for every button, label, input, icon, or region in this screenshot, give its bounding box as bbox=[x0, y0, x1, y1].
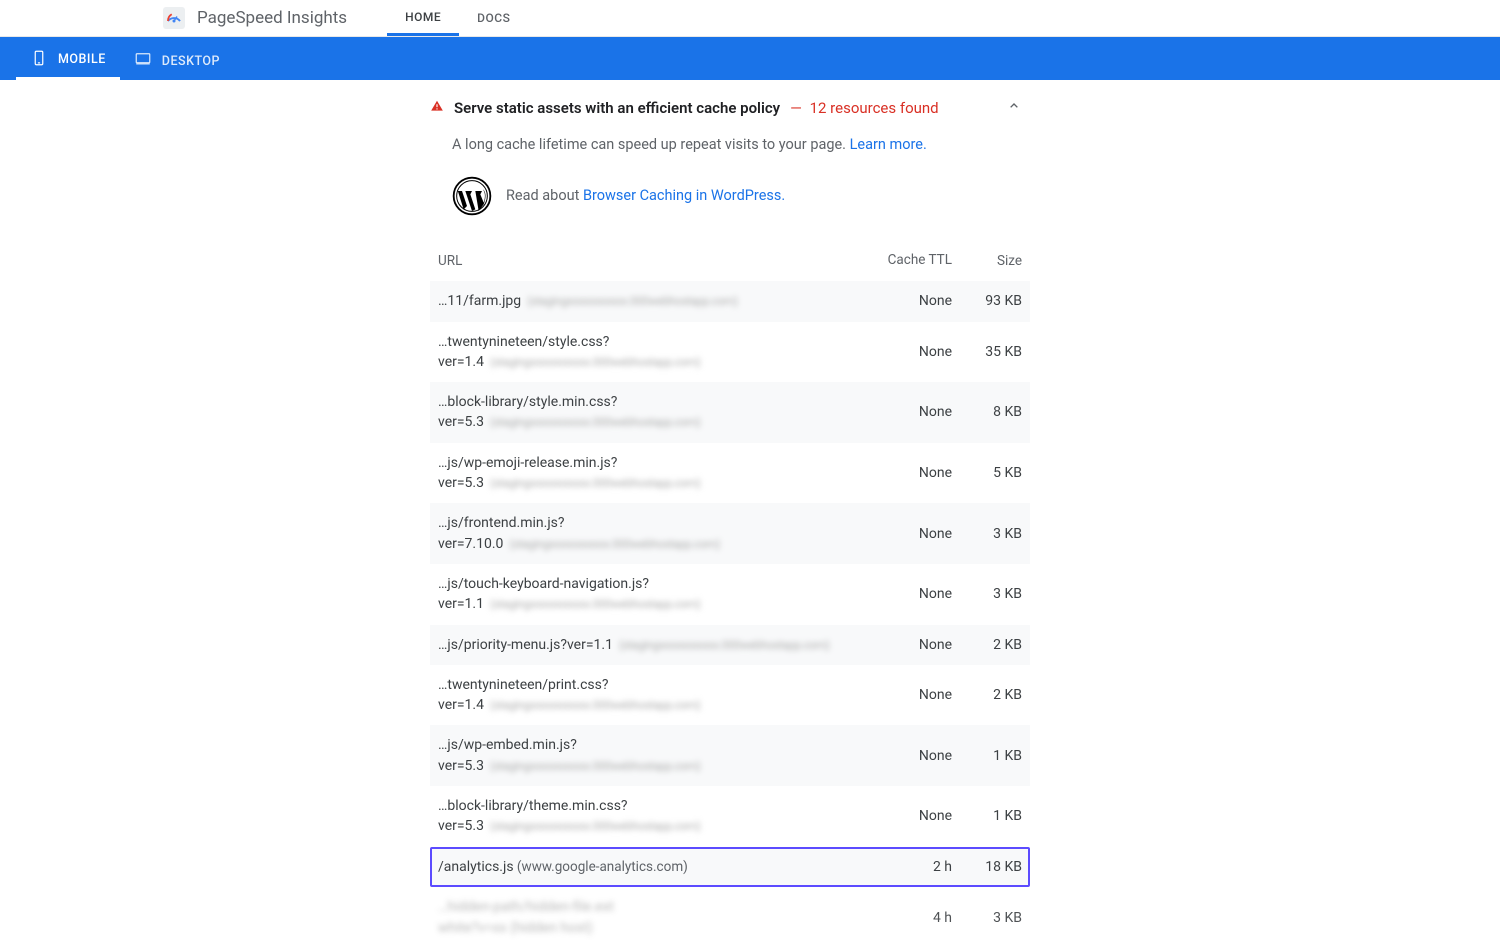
audit-title: Serve static assets with an efficient ca… bbox=[454, 99, 780, 117]
ttl-cell: None bbox=[882, 637, 952, 653]
wordpress-hint: Read about Browser Caching in WordPress. bbox=[452, 176, 1030, 216]
url-cell: …block-library/theme.min.css?ver=5.3(sta… bbox=[438, 796, 882, 837]
audit-count-prefix: — bbox=[790, 99, 802, 117]
table-row: …hidden-path/hidden-file.extwhite?v=xx (… bbox=[430, 887, 1030, 948]
table-row: …js/wp-emoji-release.min.js?ver=5.3(stag… bbox=[430, 443, 1030, 504]
wordpress-icon bbox=[452, 176, 492, 216]
ttl-cell: 4 h bbox=[882, 910, 952, 926]
url-cell: …hidden-path/hidden-file.extwhite?v=xx (… bbox=[438, 897, 882, 938]
tab-docs[interactable]: DOCS bbox=[459, 0, 528, 36]
audit-description-text: A long cache lifetime can speed up repea… bbox=[452, 136, 846, 153]
url-cell: …js/touch-keyboard-navigation.js?ver=1.1… bbox=[438, 574, 882, 615]
device-tab-desktop-label: DESKTOP bbox=[162, 54, 220, 69]
alert-triangle-icon bbox=[430, 99, 444, 117]
top-nav-tabs: HOME DOCS bbox=[387, 0, 528, 36]
ttl-cell: None bbox=[882, 687, 952, 703]
audit-panel: Serve static assets with an efficient ca… bbox=[430, 98, 1030, 948]
ttl-cell: None bbox=[882, 293, 952, 309]
tab-home[interactable]: HOME bbox=[387, 0, 459, 36]
col-size: Size bbox=[952, 253, 1022, 269]
ttl-cell: None bbox=[882, 344, 952, 360]
app-title: PageSpeed Insights bbox=[197, 8, 347, 28]
ttl-cell: None bbox=[882, 586, 952, 602]
desktop-icon bbox=[134, 50, 152, 72]
url-cell: …js/wp-embed.min.js?ver=5.3(stagingxxxxx… bbox=[438, 735, 882, 776]
ttl-cell: 2 h bbox=[882, 859, 952, 875]
device-tab-desktop[interactable]: DESKTOP bbox=[120, 42, 234, 80]
device-tab-bar: MOBILE DESKTOP bbox=[0, 37, 1500, 80]
url-cell: …block-library/style.min.css?ver=5.3(sta… bbox=[438, 392, 882, 433]
table-row: …js/touch-keyboard-navigation.js?ver=1.1… bbox=[430, 564, 1030, 625]
ttl-cell: None bbox=[882, 526, 952, 542]
url-cell: …js/priority-menu.js?ver=1.1(stagingxxxx… bbox=[438, 635, 882, 655]
url-cell: …twentynineteen/style.css?ver=1.4(stagin… bbox=[438, 332, 882, 373]
size-cell: 18 KB bbox=[952, 859, 1022, 875]
size-cell: 93 KB bbox=[952, 293, 1022, 309]
table-row: …js/priority-menu.js?ver=1.1(stagingxxxx… bbox=[430, 625, 1030, 665]
ttl-cell: None bbox=[882, 748, 952, 764]
audit-count: — 12 resources found bbox=[790, 99, 939, 117]
size-cell: 2 KB bbox=[952, 687, 1022, 703]
logo-wrap: PageSpeed Insights bbox=[163, 7, 347, 29]
url-cell: …js/frontend.min.js?ver=7.10.0(stagingxx… bbox=[438, 513, 882, 554]
table-row: …block-library/style.min.css?ver=5.3(sta… bbox=[430, 382, 1030, 443]
ttl-cell: None bbox=[882, 404, 952, 420]
url-cell: …11/farm.jpg(stagingxxxxxxxxxxx.000webho… bbox=[438, 291, 882, 311]
table-row: …twentynineteen/print.css?ver=1.4(stagin… bbox=[430, 665, 1030, 726]
table-row: …js/wp-embed.min.js?ver=5.3(stagingxxxxx… bbox=[430, 725, 1030, 786]
wordpress-hint-text: Read about Browser Caching in WordPress. bbox=[506, 187, 785, 204]
audit-count-text: 12 resources found bbox=[810, 99, 939, 117]
mobile-icon bbox=[30, 49, 48, 71]
device-tab-mobile[interactable]: MOBILE bbox=[16, 42, 120, 80]
size-cell: 1 KB bbox=[952, 748, 1022, 764]
url-cell: …twentynineteen/print.css?ver=1.4(stagin… bbox=[438, 675, 882, 716]
table-row: …js/frontend.min.js?ver=7.10.0(stagingxx… bbox=[430, 503, 1030, 564]
table-header: URL Cache TTL Size bbox=[430, 244, 1030, 282]
audit-header[interactable]: Serve static assets with an efficient ca… bbox=[430, 98, 1030, 118]
table-row: /analytics.js (www.google-analytics.com)… bbox=[430, 847, 1030, 888]
audit-description: A long cache lifetime can speed up repea… bbox=[452, 134, 1030, 156]
table-row: …11/farm.jpg(stagingxxxxxxxxxxx.000webho… bbox=[430, 281, 1030, 321]
pagespeed-logo-icon bbox=[163, 7, 185, 29]
top-header: PageSpeed Insights HOME DOCS bbox=[0, 0, 1500, 37]
chevron-up-icon[interactable] bbox=[1006, 98, 1030, 118]
ttl-cell: None bbox=[882, 808, 952, 824]
size-cell: 2 KB bbox=[952, 637, 1022, 653]
table-row: …twentynineteen/style.css?ver=1.4(stagin… bbox=[430, 322, 1030, 383]
size-cell: 8 KB bbox=[952, 404, 1022, 420]
wordpress-hint-prefix: Read about bbox=[506, 187, 579, 204]
col-url: URL bbox=[438, 253, 882, 269]
url-cell: …js/wp-emoji-release.min.js?ver=5.3(stag… bbox=[438, 453, 882, 494]
ttl-cell: None bbox=[882, 465, 952, 481]
wordpress-caching-link[interactable]: Browser Caching in WordPress. bbox=[583, 187, 785, 204]
size-cell: 3 KB bbox=[952, 526, 1022, 542]
size-cell: 35 KB bbox=[952, 344, 1022, 360]
size-cell: 3 KB bbox=[952, 586, 1022, 602]
col-ttl: Cache TTL bbox=[882, 252, 952, 270]
resource-table: URL Cache TTL Size …11/farm.jpg(stagingx… bbox=[430, 244, 1030, 948]
device-tab-mobile-label: MOBILE bbox=[58, 52, 106, 67]
learn-more-link[interactable]: Learn more. bbox=[850, 136, 927, 153]
url-cell: /analytics.js (www.google-analytics.com) bbox=[438, 857, 882, 878]
size-cell: 1 KB bbox=[952, 808, 1022, 824]
size-cell: 5 KB bbox=[952, 465, 1022, 481]
table-row: …block-library/theme.min.css?ver=5.3(sta… bbox=[430, 786, 1030, 847]
size-cell: 3 KB bbox=[952, 910, 1022, 926]
